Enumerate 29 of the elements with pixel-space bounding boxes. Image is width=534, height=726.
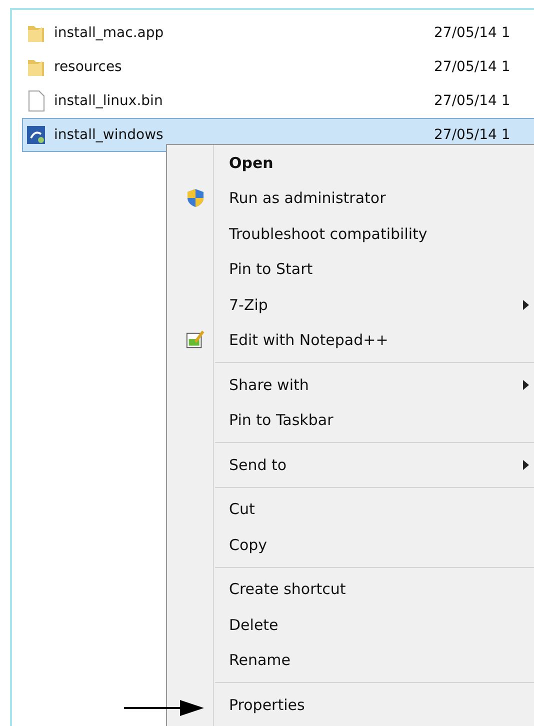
menu-item[interactable]: Delete — [167, 607, 534, 642]
menu-item[interactable]: Pin to Start — [167, 252, 534, 287]
file-date: 27/05/14 1 — [434, 127, 510, 143]
menu-item[interactable]: Troubleshoot compatibility — [167, 216, 534, 252]
file-name: install_linux.bin — [54, 93, 164, 109]
menu-item[interactable]: Rename — [167, 642, 534, 678]
file-name: install_mac.app — [54, 25, 165, 41]
menu-item[interactable]: Copy — [167, 527, 534, 562]
menu-item[interactable]: Pin to Taskbar — [167, 402, 534, 438]
file-date: 27/05/14 1 — [434, 93, 510, 109]
menu-item[interactable]: Send to — [167, 447, 534, 482]
document-icon — [26, 90, 46, 112]
menu-item[interactable]: 7-Zip — [167, 287, 534, 322]
file-date: 27/05/14 1 — [434, 25, 510, 41]
file-row[interactable]: install_linux.bin 27/05/14 1 — [22, 84, 534, 118]
menu-item[interactable]: Edit with Notepad++ — [167, 322, 534, 358]
shield-icon — [186, 188, 204, 208]
file-row[interactable]: resources 27/05/14 1 — [22, 50, 534, 84]
file-name: resources — [54, 59, 123, 75]
menu-item[interactable]: Share with — [167, 367, 534, 402]
menu-item[interactable]: Cut — [167, 492, 534, 527]
file-date: 27/05/14 1 — [434, 59, 510, 75]
menu-item[interactable]: Properties — [167, 687, 534, 722]
file-row[interactable]: install_mac.app 27/05/14 1 — [22, 16, 534, 50]
file-name: install_windows — [54, 127, 164, 143]
notepad-icon — [186, 330, 204, 350]
installer-icon — [26, 124, 46, 146]
menu-item[interactable]: Run as administrator — [167, 180, 534, 216]
menu-item[interactable]: Create shortcut — [167, 572, 534, 607]
